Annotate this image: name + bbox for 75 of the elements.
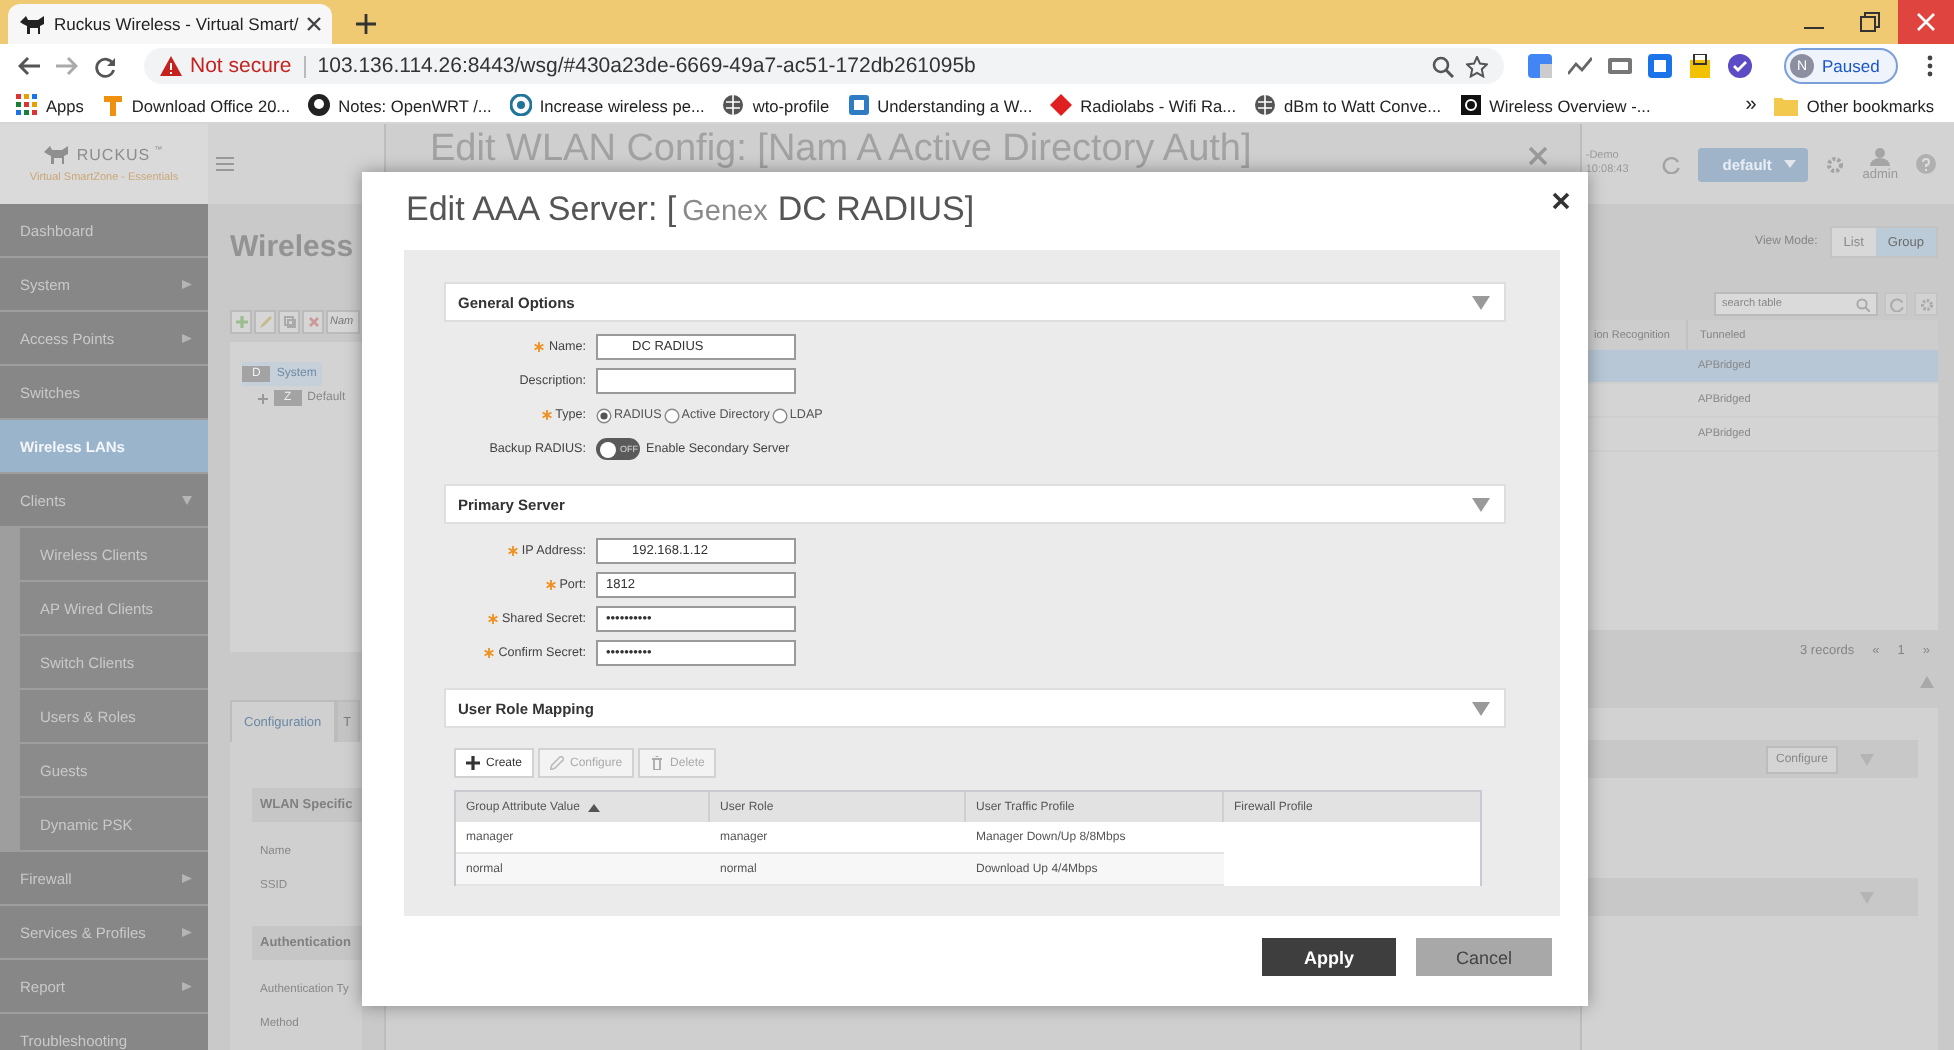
collapse-icon[interactable] [1920,676,1934,688]
bookmark-folder[interactable]: Other bookmarks [1774,95,1934,115]
bookmark[interactable]: Notes: OpenWRT /... [308,94,492,116]
forward-icon[interactable] [56,56,78,76]
extension-icon[interactable] [1728,54,1752,78]
star-icon[interactable] [1466,55,1488,77]
user-icon [1870,147,1891,165]
radio-icon [596,407,612,423]
refresh-button[interactable] [1884,292,1908,316]
settings-icon [1919,297,1933,311]
settings-icon[interactable] [1826,155,1845,173]
warning-icon [160,56,182,76]
bookmark[interactable]: Understanding a W... [847,94,1033,116]
chart-icon[interactable] [1568,54,1592,78]
pencil-icon [259,316,271,328]
zoom-icon[interactable] [1432,55,1454,77]
pencil-icon [550,756,565,770]
bookmark[interactable]: Wireless Overview -... [1459,94,1651,116]
add-button[interactable] [230,310,252,334]
site-icon [308,94,331,116]
site-icon [509,94,532,116]
apply-button[interactable]: Apply [1262,938,1396,976]
logo-icon [44,144,73,166]
site-icon [847,94,870,116]
site-icon [1459,94,1482,116]
restore-icon[interactable] [1860,12,1880,32]
back-icon[interactable] [18,56,40,76]
folder-icon [1774,95,1799,115]
dialog-title: Edit AAA Server: [ [406,190,677,230]
cancel-button[interactable]: Cancel [1416,938,1552,976]
plus-icon [258,393,268,403]
close-button[interactable] [1898,0,1954,44]
bookmark[interactable]: Increase wireless pe... [509,94,705,116]
close-icon[interactable] [1552,192,1570,210]
name-tag: Genex [682,196,768,228]
bookmark[interactable]: Radiolabs - Wifi Ra... [1050,94,1237,116]
new-tab-icon[interactable] [356,14,376,34]
refresh-icon[interactable] [1662,155,1681,173]
brand-name: RUCKUS [76,146,151,164]
site-icon [101,94,124,116]
input-field[interactable] [596,368,796,394]
close-icon [1916,12,1936,32]
menu-icon[interactable] [1925,54,1934,78]
bookmark[interactable]: wto-profile [722,94,830,116]
caret-icon [1784,160,1797,168]
dialog-title: DC RADIUS] [777,190,975,230]
browser-tab[interactable]: Ruckus Wireless - Virtual Smart/ [8,4,332,44]
globe-icon [722,94,745,116]
bookmark[interactable]: Download Office 20... [101,94,291,116]
more-bookmarks-button[interactable]: » [1745,94,1757,116]
close-icon[interactable] [306,16,323,32]
site-icon [1050,94,1073,116]
plus-icon [235,316,247,328]
copy-icon [283,316,295,328]
delete-button[interactable] [302,310,324,334]
radio-icon [663,407,680,423]
dog-icon [20,13,46,35]
security-indicator[interactable]: Not secure [160,55,306,77]
bookmark[interactable]: dBm to Watt Conve... [1254,94,1442,116]
refresh-icon [1889,297,1903,311]
search-icon [1856,297,1870,311]
apps-shortcut[interactable]: Apps [16,94,84,116]
radio-icon [771,407,788,423]
plus-icon [466,756,480,770]
url-text: 103.136.114.26:8443/wsg/#430a23de-6669-49a7-ac51-172db261095b [317,54,976,78]
settings-button[interactable] [1914,292,1938,316]
address-bar[interactable]: Not secure 103.136.114.26:8443/wsg/#430a23de-6669-49a7-ac51-172db261095b [144,48,1504,84]
help-icon[interactable] [1916,154,1936,174]
extension-icon[interactable] [1688,54,1712,78]
close-icon [307,316,319,328]
apps-icon [16,94,38,116]
reload-icon[interactable] [94,55,116,77]
trash-icon [650,756,665,770]
globe-icon [1254,94,1277,116]
clone-button[interactable] [278,310,300,334]
